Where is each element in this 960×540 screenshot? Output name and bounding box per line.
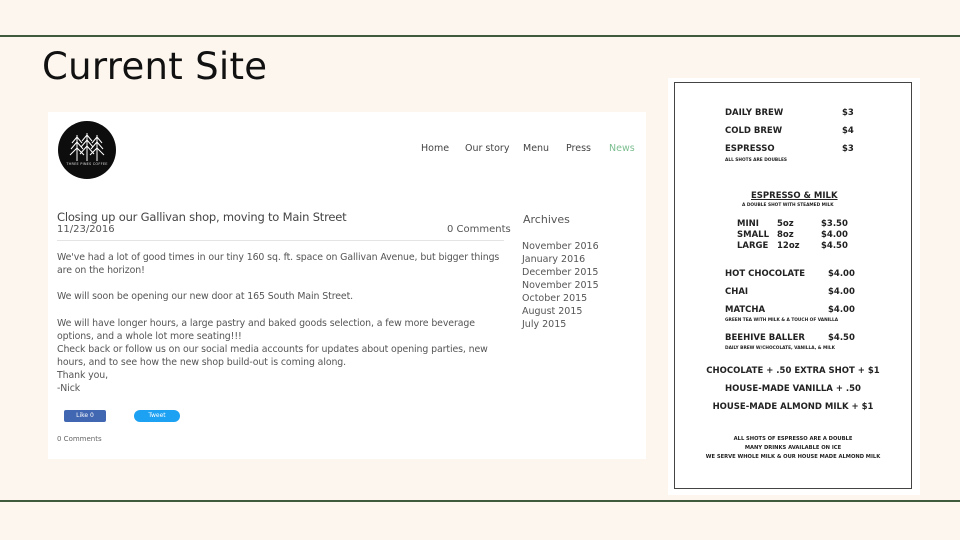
post-date: 11/23/2016 xyxy=(57,224,115,235)
pine-trees-icon xyxy=(69,133,105,161)
archive-link[interactable]: October 2015 xyxy=(522,292,599,305)
post-paragraph: We will have longer hours, a large pastr… xyxy=(57,318,475,342)
facebook-like-button[interactable]: Like 0 xyxy=(64,410,106,422)
archives-heading: Archives xyxy=(523,213,570,226)
post-signature: -Nick xyxy=(57,383,81,394)
archive-link[interactable]: November 2016 xyxy=(522,240,599,253)
archive-link[interactable]: August 2015 xyxy=(522,305,599,318)
archives-list: November 2016 January 2016 December 2015… xyxy=(522,240,599,331)
menu-item-name: ESPRESSO xyxy=(725,144,775,154)
specialty-price: $4.00 xyxy=(828,305,855,315)
addon-line: HOUSE-MADE VANILLA + .50 xyxy=(725,384,861,394)
footer-note: MANY DRINKS AVAILABLE ON ICE xyxy=(744,445,842,451)
menu-board: DAILY BREW $3 COLD BREW $4 ESPRESSO $3 A… xyxy=(674,82,912,489)
specialty-price: $4.50 xyxy=(828,333,855,343)
espresso-milk-title: ESPRESSO & MILK xyxy=(751,191,838,201)
size-name: LARGE xyxy=(737,241,769,251)
specialty-name: MATCHA xyxy=(725,305,766,315)
specialty-price: $4.00 xyxy=(828,287,855,297)
specialty-name: BEEHIVE BALLER xyxy=(725,333,805,343)
specialty-price: $4.00 xyxy=(828,269,855,279)
slide-title: Current Site xyxy=(42,45,268,88)
specialty-note: GREEN TEA WITH MILK & A TOUCH OF VANILLA xyxy=(725,318,839,323)
size-price: $4.00 xyxy=(821,230,848,240)
nav-news[interactable]: News xyxy=(609,143,635,157)
size-oz: 12oz xyxy=(777,241,800,251)
post-comments-link[interactable]: 0 Comments xyxy=(447,224,511,235)
bottom-rule xyxy=(0,500,960,502)
nav-press[interactable]: Press xyxy=(566,143,591,157)
footer-note: ALL SHOTS OF ESPRESSO ARE A DOUBLE xyxy=(733,436,853,442)
menu-item-name: COLD BREW xyxy=(725,126,783,136)
espresso-note: ALL SHOTS ARE DOUBLES xyxy=(725,158,787,163)
menu-item-price: $3 xyxy=(842,144,854,154)
nav-home[interactable]: Home xyxy=(421,143,449,157)
nav-our-story[interactable]: Our story xyxy=(465,143,509,157)
archive-link[interactable]: December 2015 xyxy=(522,266,599,279)
specialty-name: CHAI xyxy=(725,287,749,297)
menu-board-image: DAILY BREW $3 COLD BREW $4 ESPRESSO $3 A… xyxy=(668,78,920,495)
size-price: $4.50 xyxy=(821,241,848,251)
post-paragraph: Check back or follow us on our social me… xyxy=(57,344,488,368)
archive-link[interactable]: January 2016 xyxy=(522,253,599,266)
addon-line: HOUSE-MADE ALMOND MILK + $1 xyxy=(712,402,874,412)
size-price: $3.50 xyxy=(821,219,848,229)
website-screenshot: THREE PINES COFFEE Home Our story Menu P… xyxy=(48,112,646,459)
specialty-note: DAILY BREW W/CHOCOLATE, VANILLA, & MILK xyxy=(725,346,835,351)
footer-note: WE SERVE WHOLE MILK & OUR HOUSE MADE ALM… xyxy=(705,454,881,460)
menu-item-price: $4 xyxy=(842,126,854,136)
post-divider xyxy=(57,240,504,241)
size-name: SMALL xyxy=(737,230,769,240)
post-paragraph: We will soon be opening our new door at … xyxy=(57,291,354,302)
post-paragraph: We've had a lot of good times in our tin… xyxy=(57,252,500,276)
footer-comments-link[interactable]: 0 Comments xyxy=(57,435,102,443)
size-oz: 8oz xyxy=(777,230,794,240)
post-title[interactable]: Closing up our Gallivan shop, moving to … xyxy=(57,210,347,224)
menu-item-name: DAILY BREW xyxy=(725,108,784,118)
archive-link[interactable]: July 2015 xyxy=(522,318,599,331)
addon-line: CHOCOLATE + .50 EXTRA SHOT + $1 xyxy=(706,366,880,376)
logo-text: THREE PINES COFFEE xyxy=(66,162,108,166)
archive-link[interactable]: November 2015 xyxy=(522,279,599,292)
nav-menu[interactable]: Menu xyxy=(523,143,549,157)
menu-item-price: $3 xyxy=(842,108,854,118)
top-rule xyxy=(0,35,960,37)
post-signoff: Thank you, xyxy=(57,370,108,381)
specialty-name: HOT CHOCOLATE xyxy=(725,269,806,279)
logo[interactable]: THREE PINES COFFEE xyxy=(58,121,116,179)
tweet-button[interactable]: Tweet xyxy=(134,410,180,422)
espresso-milk-subtitle: A DOUBLE SHOT WITH STEAMED MILK xyxy=(742,203,834,208)
size-oz: 5oz xyxy=(777,219,794,229)
size-name: MINI xyxy=(737,219,759,229)
